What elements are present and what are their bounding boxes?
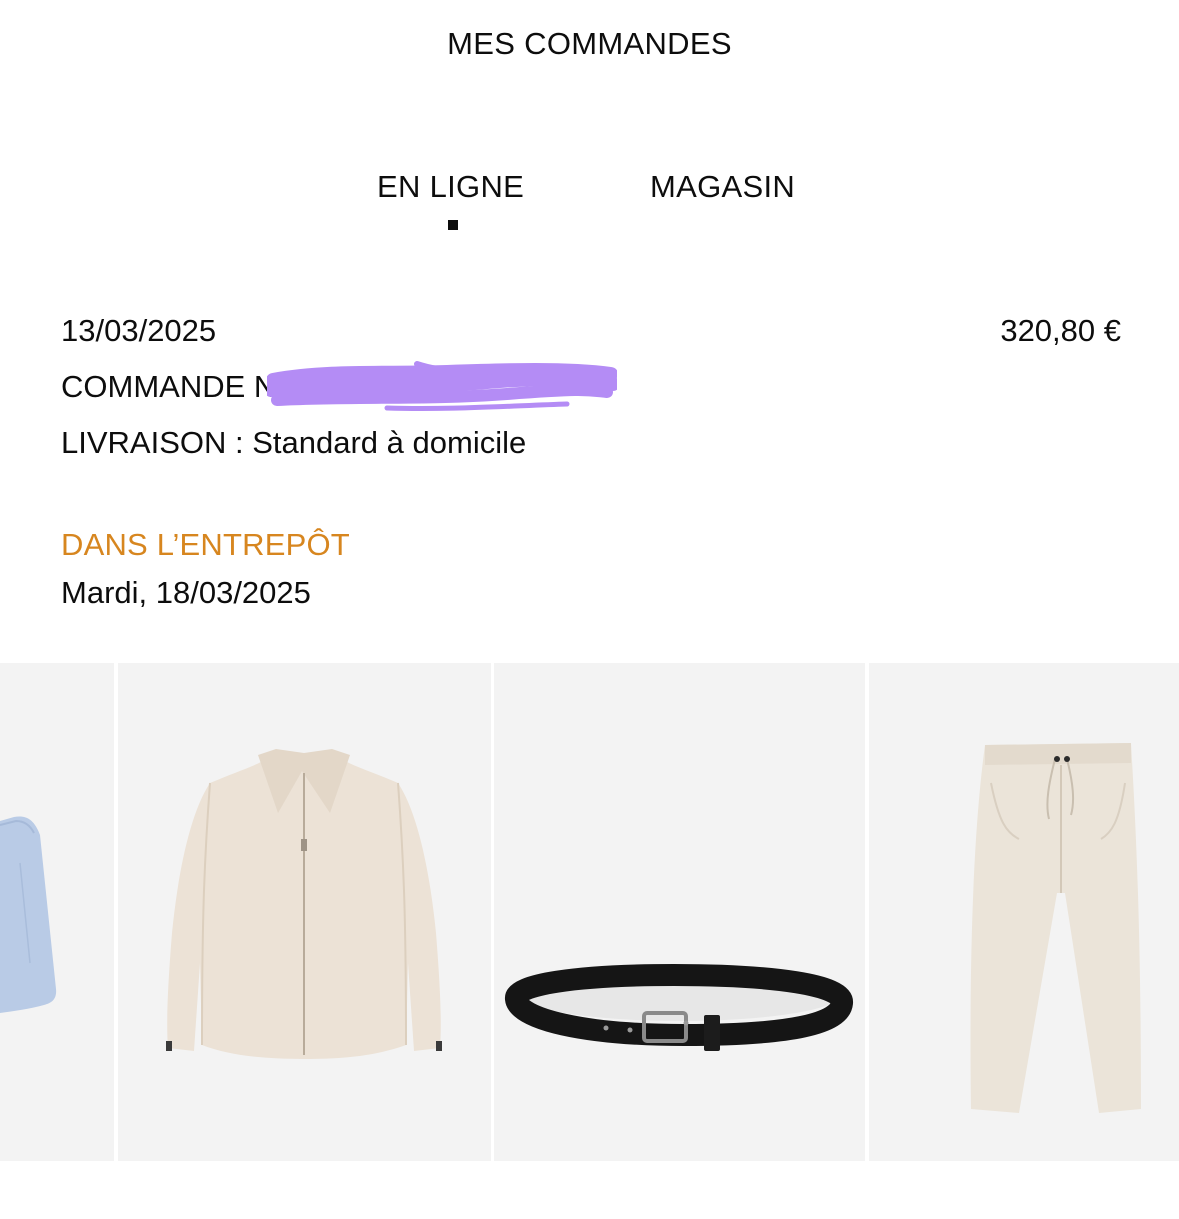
delivery-method: LIVRAISON : Standard à domicile — [61, 422, 526, 464]
redaction-scribble — [267, 361, 617, 412]
product-tile-jacket[interactable] — [118, 663, 491, 1161]
tab-online[interactable]: EN LIGNE — [377, 166, 524, 208]
order-number: COMMANDE N° — [61, 361, 617, 412]
jacket-image — [166, 749, 442, 1059]
tab-store[interactable]: MAGASIN — [650, 166, 795, 208]
product-tile-trousers[interactable] — [869, 663, 1179, 1161]
trousers-image — [970, 743, 1141, 1113]
order-number-label: COMMANDE N° — [61, 369, 289, 404]
order-status: DANS L’ENTREPÔT — [61, 527, 350, 562]
order-date: 13/03/2025 — [61, 313, 217, 348]
delivery-value: Standard à domicile — [252, 425, 527, 460]
page-title: MES COMMANDES — [447, 26, 732, 61]
order-type-tabs: EN LIGNE MAGASIN — [0, 166, 1179, 246]
product-tile-shorts[interactable] — [0, 663, 114, 1161]
active-tab-indicator — [448, 220, 458, 230]
delivery-label: LIVRAISON : — [61, 425, 244, 460]
shorts-image — [0, 816, 57, 1013]
product-tile-belt[interactable] — [494, 663, 865, 1161]
product-carousel[interactable] — [0, 663, 1179, 1161]
status-date: Mardi, 18/03/2025 — [61, 575, 311, 610]
belt-image — [505, 963, 853, 1051]
order-total: 320,80 € — [1000, 313, 1121, 348]
